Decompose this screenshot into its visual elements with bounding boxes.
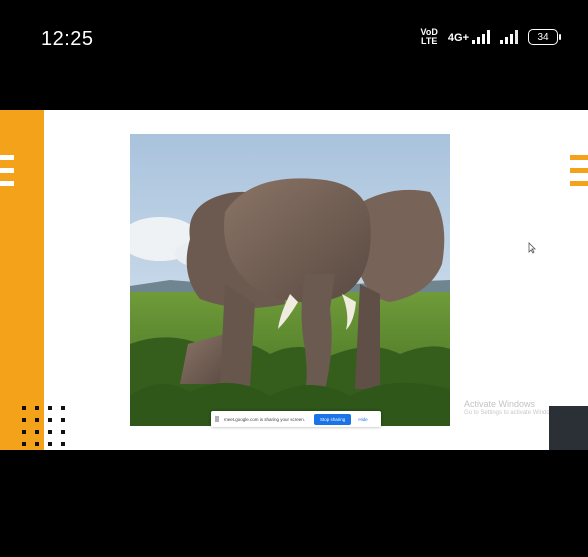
- menu-icon: [0, 155, 14, 194]
- battery-icon: 34: [528, 29, 561, 45]
- mouse-cursor-icon: [528, 242, 536, 254]
- hide-button[interactable]: Hide: [358, 417, 367, 422]
- network-signal: 4G+: [448, 30, 490, 44]
- volte-icon: VoD LTE: [421, 28, 438, 46]
- shared-screen-view: Activate Windows Go to Settings to activ…: [0, 110, 588, 450]
- drag-handle-icon[interactable]: [215, 416, 219, 422]
- phone-status-bar: 12:25 VoD LTE 4G+ 34: [0, 0, 588, 110]
- screen-sharing-bar: meet.google.com is sharing your screen. …: [211, 411, 381, 427]
- status-icons: VoD LTE 4G+ 34: [421, 28, 561, 46]
- second-signal-icon: [500, 30, 518, 44]
- dark-window-corner: [549, 406, 588, 450]
- battery-level: 34: [537, 31, 549, 43]
- activate-windows-title: Activate Windows: [464, 399, 536, 409]
- volte-label-bottom: LTE: [421, 36, 438, 46]
- sharing-message: meet.google.com is sharing your screen.: [224, 416, 306, 422]
- activate-windows-subtitle: Go to Settings to activate Windows.: [464, 410, 559, 416]
- menu-icon-right: [570, 155, 588, 194]
- dot-pattern-decoration: [22, 406, 65, 446]
- elephant-image: [130, 134, 450, 426]
- clock-time: 12:25: [41, 28, 94, 50]
- stop-sharing-button[interactable]: Stop sharing: [314, 413, 352, 425]
- signal-strength-icon: [472, 30, 490, 44]
- network-type-label: 4G+: [447, 32, 469, 44]
